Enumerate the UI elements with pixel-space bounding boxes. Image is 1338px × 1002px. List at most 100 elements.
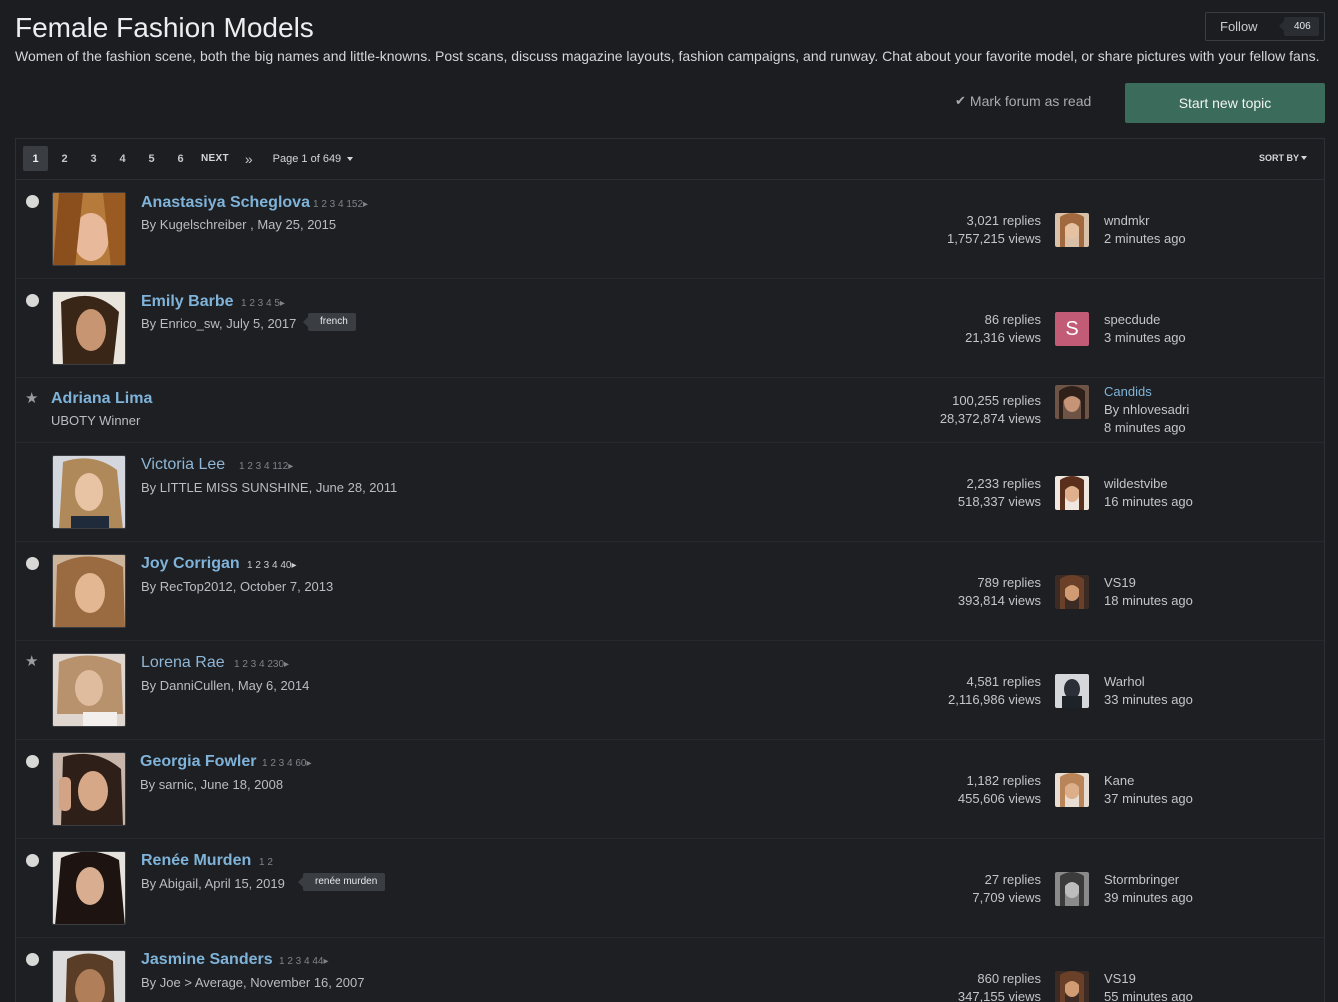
topic-thumbnail[interactable] <box>52 192 126 266</box>
topic-mini-pagination[interactable]: 1 2 3 4 112▸ <box>239 461 293 472</box>
unread-dot-icon <box>26 557 39 570</box>
topic-thumbnail[interactable] <box>52 554 126 628</box>
avatar[interactable] <box>1055 213 1089 247</box>
topic-thumbnail[interactable] <box>52 752 126 826</box>
avatar[interactable] <box>1055 872 1089 906</box>
avatar[interactable] <box>1055 575 1089 609</box>
last-page-icon[interactable]: » <box>245 151 253 167</box>
topic-mini-pagination[interactable]: 1 2 3 4 40▸ <box>247 560 297 571</box>
view-count: 7,709 views <box>972 890 1041 905</box>
last-poster[interactable]: By nhlovesadri <box>1104 401 1189 419</box>
last-post-info: specdude 3 minutes ago <box>1104 311 1186 347</box>
mark-forum-read-link[interactable]: ✔ Mark forum as read <box>955 93 1091 109</box>
topic-thumbnail[interactable] <box>52 291 126 365</box>
topic-mini-pagination[interactable]: 1 2 3 4 44▸ <box>279 956 329 967</box>
topic-thumbnail[interactable] <box>52 653 126 727</box>
topic-tag[interactable]: french <box>303 313 356 331</box>
page-jump-dropdown[interactable]: Page 1 of 649 <box>273 153 354 165</box>
last-poster[interactable]: specdude <box>1104 311 1186 329</box>
reply-count: 4,581 replies <box>966 674 1041 689</box>
topic-row[interactable]: Jasmine Sanders 1 2 3 4 44▸ By Joe > Ave… <box>16 938 1324 1002</box>
last-poster[interactable]: Stormbringer <box>1104 871 1193 889</box>
last-post-time[interactable]: 39 minutes ago <box>1104 889 1193 907</box>
avatar[interactable] <box>1055 971 1089 1002</box>
topic-title-link[interactable]: Renée Murden <box>141 852 251 870</box>
page-2-button[interactable]: 2 <box>52 146 77 171</box>
topic-mini-pagination[interactable]: 1 2 3 4 230▸ <box>234 659 289 670</box>
topic-row[interactable]: Anastasiya Scheglova 1 2 3 4 152▸ By Kug… <box>16 180 1324 279</box>
topic-row[interactable]: Victoria Lee 1 2 3 4 112▸ By LITTLE MISS… <box>16 443 1324 542</box>
start-new-topic-button[interactable]: Start new topic <box>1125 83 1325 123</box>
caret-down-icon <box>347 156 354 161</box>
unread-dot-icon <box>26 755 39 768</box>
topic-stats: 2,233 replies 518,337 views <box>958 475 1041 511</box>
page-title: Female Fashion Models <box>15 12 314 43</box>
avatar[interactable] <box>1055 385 1089 419</box>
topic-row[interactable]: Joy Corrigan 1 2 3 4 40▸ By RecTop2012, … <box>16 542 1324 641</box>
topic-thumbnail[interactable] <box>52 950 126 1002</box>
topic-meta: By LITTLE MISS SUNSHINE, June 28, 2011 <box>141 480 398 495</box>
topic-title-link[interactable]: Lorena Rae <box>141 654 225 672</box>
unread-dot-icon <box>26 294 39 307</box>
topic-mini-pagination[interactable]: 1 2 3 4 152▸ <box>313 199 368 210</box>
last-post-time[interactable]: 55 minutes ago <box>1104 988 1193 1002</box>
topic-mini-pagination[interactable]: 1 2 3 4 60▸ <box>262 758 312 769</box>
last-post-time[interactable]: 37 minutes ago <box>1104 790 1193 808</box>
topic-thumbnail[interactable] <box>52 455 126 529</box>
view-count: 393,814 views <box>957 593 1041 608</box>
topic-mini-pagination[interactable]: 1 2 3 4 5▸ <box>241 298 285 309</box>
last-post-info: VS19 18 minutes ago <box>1104 574 1193 610</box>
last-post-time[interactable]: 8 minutes ago <box>1104 419 1189 437</box>
topic-title-link[interactable]: Jasmine Sanders <box>141 951 273 969</box>
last-post-time[interactable]: 2 minutes ago <box>1104 230 1186 248</box>
last-poster[interactable]: Kane <box>1104 772 1193 790</box>
topic-row[interactable]: Georgia Fowler 1 2 3 4 60▸ By sarnic, Ju… <box>16 740 1324 839</box>
topic-title-link[interactable]: Anastasiya Scheglova <box>141 194 310 212</box>
last-post-time[interactable]: 33 minutes ago <box>1104 691 1193 709</box>
topic-subtitle: UBOTY Winner <box>51 413 141 428</box>
last-poster[interactable]: Warhol <box>1104 673 1193 691</box>
star-icon: ★ <box>25 653 39 670</box>
topic-row-pinned[interactable]: ★ Adriana Lima UBOTY Winner 100,255 repl… <box>16 378 1324 443</box>
avatar[interactable] <box>1055 476 1089 510</box>
topic-title-link[interactable]: Victoria Lee <box>141 456 225 474</box>
topic-title-link[interactable]: Georgia Fowler <box>140 753 256 771</box>
page-5-button[interactable]: 5 <box>139 146 164 171</box>
last-poster[interactable]: VS19 <box>1104 970 1193 988</box>
pagination-bar: 1 2 3 4 5 6 NEXT » Page 1 of 649 SORT BY <box>16 139 1324 180</box>
topic-meta: By DanniCullen, May 6, 2014 <box>141 678 310 693</box>
avatar[interactable] <box>1055 773 1089 807</box>
sort-by-label: SORT BY <box>1258 153 1299 163</box>
last-post-thread-link[interactable]: Candids <box>1104 383 1189 401</box>
topic-row[interactable]: Renée Murden 1 2 By Abigail, April 15, 2… <box>16 839 1324 938</box>
last-post-time[interactable]: 3 minutes ago <box>1104 329 1186 347</box>
avatar[interactable] <box>1055 674 1089 708</box>
topic-row[interactable]: Emily Barbe 1 2 3 4 5▸ By Enrico_sw, Jul… <box>16 279 1324 378</box>
sort-by-dropdown[interactable]: SORT BY <box>1259 153 1307 163</box>
last-post-info: Kane 37 minutes ago <box>1104 772 1193 808</box>
last-poster[interactable]: wildestvibe <box>1104 475 1193 493</box>
last-poster[interactable]: wndmkr <box>1104 212 1186 230</box>
last-post-info: VS19 55 minutes ago <box>1104 970 1193 1002</box>
page-3-button[interactable]: 3 <box>81 146 106 171</box>
letter-avatar[interactable]: S <box>1055 312 1089 346</box>
view-count: 455,606 views <box>957 791 1041 806</box>
topic-mini-pagination[interactable]: 1 2 <box>259 857 273 868</box>
topic-stats: 860 replies 347,155 views <box>958 970 1041 1002</box>
page-1-button[interactable]: 1 <box>23 146 48 171</box>
follow-button[interactable]: Follow 406 <box>1205 12 1325 41</box>
topic-title-link[interactable]: Joy Corrigan <box>141 555 240 573</box>
topic-tag[interactable]: renée murden <box>297 873 386 891</box>
last-post-time[interactable]: 16 minutes ago <box>1104 493 1193 511</box>
topic-row[interactable]: ★ Lorena Rae 1 2 3 4 230▸ By DanniCullen… <box>16 641 1324 740</box>
last-post-info: Stormbringer 39 minutes ago <box>1104 871 1193 907</box>
topic-thumbnail[interactable] <box>52 851 126 925</box>
next-page-button[interactable]: NEXT <box>201 153 229 164</box>
star-icon: ★ <box>25 390 39 407</box>
last-post-time[interactable]: 18 minutes ago <box>1104 592 1193 610</box>
page-4-button[interactable]: 4 <box>110 146 135 171</box>
page-6-button[interactable]: 6 <box>168 146 193 171</box>
last-poster[interactable]: VS19 <box>1104 574 1193 592</box>
topic-title-link[interactable]: Adriana Lima <box>51 390 152 408</box>
topic-title-link[interactable]: Emily Barbe <box>141 293 233 311</box>
